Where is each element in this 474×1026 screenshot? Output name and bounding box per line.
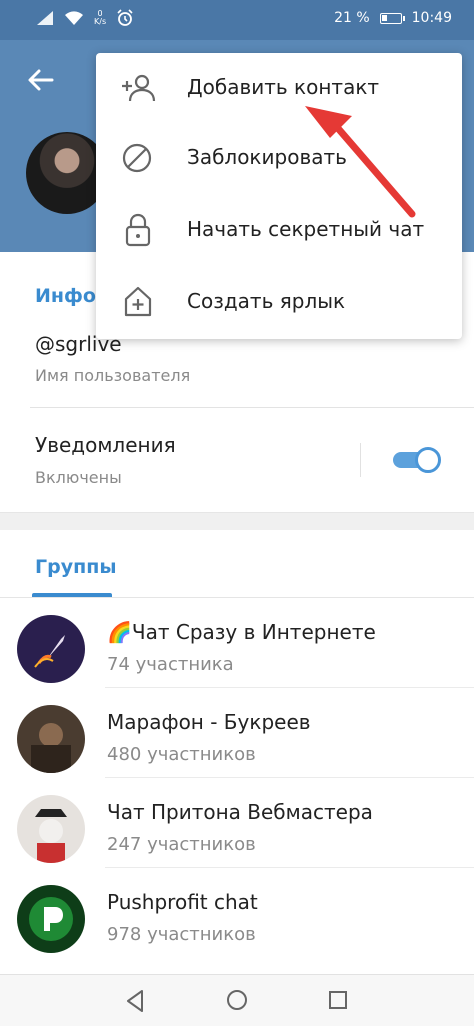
menu-item-label: Начать секретный чат [187, 217, 425, 241]
username-label: Имя пользователя [35, 366, 191, 385]
group-name: Pushprofit chat [107, 890, 258, 914]
section-gap [0, 512, 474, 530]
group-members: 74 участника [107, 654, 234, 675]
group-name: Чат Притона Вебмастера [107, 800, 373, 824]
list-item[interactable]: Марафон - Букреев 480 участников [0, 688, 474, 778]
group-name: Марафон - Букреев [107, 710, 311, 734]
notifications-title[interactable]: Уведомления [35, 433, 176, 457]
divider [30, 407, 474, 408]
lock-icon [125, 213, 151, 247]
group-members: 978 участников [107, 924, 256, 945]
overflow-menu: Добавить контакт Заблокировать Начать се… [96, 53, 462, 339]
menu-item-label: Добавить контакт [187, 75, 380, 99]
wifi-icon [65, 11, 83, 25]
add-shortcut-icon [124, 286, 152, 317]
group-avatar [17, 615, 85, 683]
menu-item-add-contact[interactable]: Добавить контакт [96, 53, 462, 123]
alarm-icon [117, 9, 133, 26]
network-speed: 0 K/s [94, 9, 107, 26]
signal-icon [37, 11, 53, 25]
list-item[interactable]: Чат Притона Вебмастера 247 участников [0, 778, 474, 868]
group-members: 247 участников [107, 834, 256, 855]
system-nav-bar [0, 974, 474, 1026]
menu-item-secret-chat[interactable]: Начать секретный чат [96, 195, 462, 265]
block-icon [122, 143, 152, 173]
toggle-knob [415, 447, 441, 473]
back-arrow-icon[interactable] [26, 65, 56, 95]
battery-icon [379, 12, 405, 24]
clock: 10:49 [411, 10, 452, 26]
vertical-divider [360, 443, 361, 477]
group-members: 480 участников [107, 744, 256, 765]
group-avatar [17, 885, 85, 953]
notifications-status: Включены [35, 468, 122, 487]
group-avatar [17, 795, 85, 863]
menu-item-shortcut[interactable]: Создать ярлык [96, 267, 462, 337]
nav-recents-icon[interactable] [328, 990, 348, 1010]
notifications-toggle[interactable] [391, 447, 441, 473]
menu-item-block[interactable]: Заблокировать [96, 123, 462, 193]
nav-home-icon[interactable] [226, 989, 248, 1011]
group-name: 🌈Чат Сразу в Интернете [107, 620, 376, 644]
status-bar: 0 K/s 21 % 10:49 [0, 0, 474, 40]
group-avatar [17, 705, 85, 773]
add-contact-icon [122, 74, 156, 102]
tab-groups[interactable]: Группы [35, 556, 117, 578]
nav-back-icon[interactable] [124, 989, 146, 1013]
list-item[interactable]: Pushprofit chat 978 участников [0, 868, 474, 958]
battery-percent: 21 % [334, 10, 370, 26]
menu-item-label: Заблокировать [187, 145, 347, 169]
list-item[interactable]: 🌈Чат Сразу в Интернете 74 участника [0, 598, 474, 688]
menu-item-label: Создать ярлык [187, 289, 346, 313]
